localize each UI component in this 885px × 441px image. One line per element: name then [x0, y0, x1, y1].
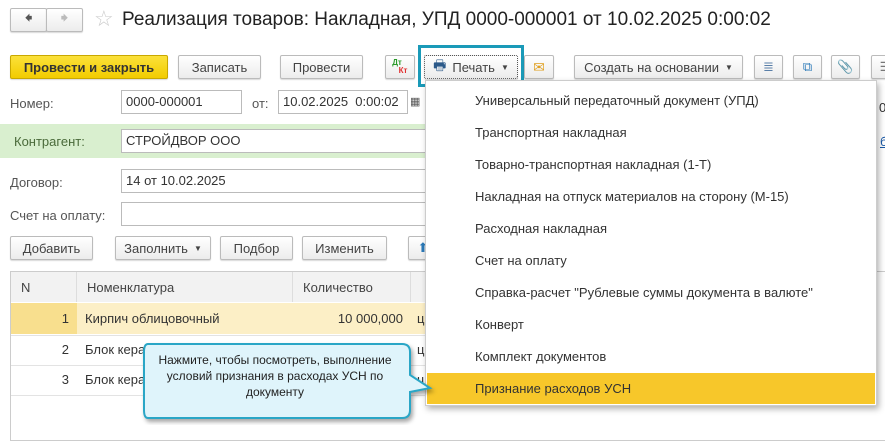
menu-item-m15[interactable]: Накладная на отпуск материалов на сторон…	[427, 181, 875, 212]
date-field[interactable]: 10.02.2025 0:00:02	[278, 90, 408, 114]
email-button[interactable]: ✉	[524, 55, 554, 79]
invoice-field[interactable]	[121, 202, 431, 226]
menu-item-usn-expenses[interactable]: Признание расходов УСН	[427, 373, 875, 404]
fill-label: Заполнить	[124, 240, 188, 256]
calendar-icon[interactable]: ▦	[410, 95, 420, 108]
menu-item-document-set[interactable]: Комплект документов	[427, 341, 875, 372]
contract-field[interactable]: 14 от 10.02.2025	[121, 169, 431, 193]
list-icon: ≣	[763, 59, 774, 74]
create-based-on-button[interactable]: Создать на основании ▼	[574, 55, 743, 79]
cell-n: 3	[61, 372, 69, 387]
cell-n: 1	[61, 311, 69, 326]
number-field[interactable]: 0000-000001	[121, 90, 242, 114]
more-icon: ☰	[880, 59, 885, 75]
arrow-right-icon: 🠺	[60, 9, 69, 27]
print-button[interactable]: 🖶 Печать ▼	[424, 55, 518, 79]
add-button[interactable]: Добавить	[10, 236, 93, 260]
printer-icon: 🖶	[433, 57, 447, 73]
menu-item-expense-waybill[interactable]: Расходная накладная	[427, 213, 875, 244]
print-label: Печать	[452, 59, 495, 75]
chevron-down-icon: ▼	[193, 243, 202, 253]
menu-item-transport-waybill[interactable]: Транспортная накладная	[427, 117, 875, 148]
attach-button[interactable]: 📎	[831, 55, 860, 79]
more-button[interactable]: ☰	[871, 55, 885, 79]
chevron-down-icon: ▼	[500, 62, 509, 72]
menu-item-currency-statement[interactable]: Справка-расчет "Рублевые суммы документа…	[427, 277, 875, 308]
back-button[interactable]: 🠸	[10, 8, 47, 32]
envelope-icon: ✉	[533, 58, 545, 75]
menu-item-ttn-1t[interactable]: Товарно-транспортная накладная (1-Т)	[427, 149, 875, 180]
arrow-left-icon: 🠸	[24, 9, 33, 27]
column-header-n[interactable]: N	[11, 272, 77, 302]
cell-qty: 10 000,000	[337, 311, 403, 326]
save-button[interactable]: Записать	[178, 55, 261, 79]
structure-icon: ⧉	[802, 59, 813, 74]
column-header-item[interactable]: Номенклатура	[77, 272, 293, 302]
star-icon[interactable]: ☆	[94, 6, 114, 32]
page-title: Реализация товаров: Накладная, УПД 0000-…	[122, 9, 771, 30]
right-edge-link[interactable]: б	[880, 134, 885, 149]
structure-button[interactable]: ⧉	[793, 55, 822, 79]
column-header-qty[interactable]: Количество	[293, 272, 411, 302]
cell-n: 2	[61, 342, 69, 357]
chevron-down-icon: ▼	[724, 62, 733, 72]
menu-item-envelope[interactable]: Конверт	[427, 309, 875, 340]
post-button[interactable]: Провести	[280, 55, 363, 79]
menu-item-invoice[interactable]: Счет на оплату	[427, 245, 875, 276]
forward-button[interactable]: 🠺	[46, 8, 83, 32]
post-and-close-button[interactable]: Провести и закрыть	[10, 55, 168, 79]
counterparty-field[interactable]: СТРОЙДВОР ООО	[121, 129, 431, 153]
pick-button[interactable]: Подбор	[220, 236, 293, 260]
date-label: от:	[252, 96, 269, 111]
number-label: Номер:	[10, 96, 54, 111]
contract-label: Договор:	[10, 175, 63, 190]
menu-item-upd[interactable]: Универсальный передаточный документ (УПД…	[427, 85, 875, 116]
dt-kt-button[interactable]: Дт Кт	[385, 55, 415, 79]
fill-button[interactable]: Заполнить ▼	[115, 236, 211, 260]
list-button[interactable]: ≣	[754, 55, 783, 79]
print-dropdown-menu: Универсальный передаточный документ (УПД…	[425, 80, 877, 406]
invoice-label: Счет на оплату:	[10, 208, 106, 223]
paperclip-icon: 📎	[837, 59, 854, 74]
cell-item: Кирпич облицовочный	[85, 311, 220, 326]
callout-text: Нажмите, чтобы посмотреть, выполнение ус…	[158, 353, 392, 399]
kt-icon: Кт	[398, 66, 408, 75]
change-button[interactable]: Изменить	[302, 236, 387, 260]
counterparty-label: Контрагент:	[14, 134, 85, 149]
right-edge-value: 0,	[879, 100, 885, 115]
create-based-label: Создать на основании	[584, 59, 719, 75]
